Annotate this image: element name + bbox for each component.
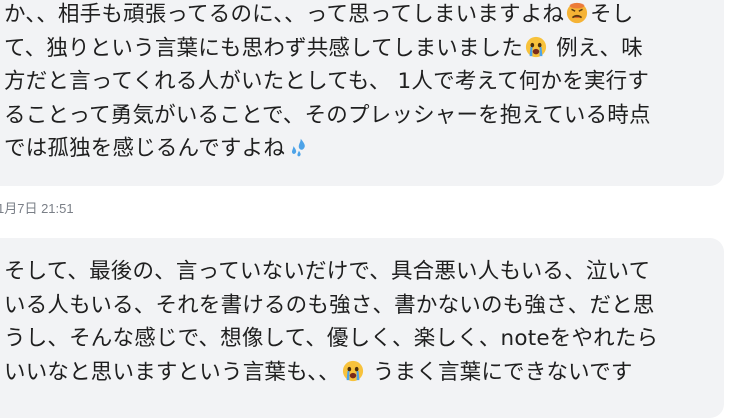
line-text: て、独りという言葉にも思わず共感してしまいました — [4, 35, 524, 61]
tired-face-icon — [567, 2, 588, 24]
message-line: ることって勇気がいることで、そのプレッシャーを抱えている時点 — [4, 99, 724, 133]
message-line: 方だと言ってくれる人がいたとしても、 1人で考えて何かを実行す — [4, 65, 724, 99]
line-text: うまく言葉にできないです — [365, 359, 633, 385]
crying-face-icon — [526, 36, 547, 57]
message-line: いいなと思いますという言葉も、、 うまく言葉にできないです — [4, 356, 724, 390]
line-text: では孤独を感じるんですよね — [4, 136, 286, 161]
message-line: て、独りという言葉にも思わず共感してしまいました 例え、味 — [4, 32, 724, 66]
crying-face-icon — [342, 360, 363, 381]
message-line: うし、そんな感じで、想像して、優しく、楽しく、noteをやれたら — [4, 322, 724, 356]
line-text: うし、そんな感じで、想像して、優しく、楽しく、noteをやれたら — [4, 326, 659, 351]
message-timestamp: 1月7日 21:51 — [0, 201, 74, 216]
line-text: いいなと思いますという言葉も、、 — [4, 359, 340, 385]
message-line: そして、最後の、言っていないだけで、具合悪い人もいる、泣いて — [4, 255, 724, 289]
message-text: か、、相手も頑張ってるのに、、って思ってしまいますよね そし て、独りという言葉に… — [4, 0, 724, 166]
line-text: 例え、味 — [549, 35, 643, 61]
sweat-droplets-icon — [292, 138, 305, 157]
line-text: いる人もいる、それを書けるのも強さ、書かないのも強さ、だと思 — [4, 292, 655, 318]
line-text: ることって勇気がいることで、そのプレッシャーを抱えている時点 — [4, 102, 651, 128]
line-text: そし — [590, 2, 634, 27]
line-text: か、、相手も頑張ってるのに、、って思ってしまいますよね — [4, 2, 565, 27]
line-text: 方だと言ってくれる人がいたとしても、 1人で考えて何かを実行す — [4, 69, 650, 94]
line-text: そして、最後の、言っていないだけで、具合悪い人もいる、泣いて — [4, 259, 651, 284]
message-line: いる人もいる、それを書けるのも強さ、書かないのも強さ、だと思 — [4, 289, 724, 323]
message-line: か、、相手も頑張ってるのに、、って思ってしまいますよね そし — [4, 0, 724, 32]
message-text: そして、最後の、言っていないだけで、具合悪い人もいる、泣いて いる人もいる、それ… — [4, 255, 724, 389]
message-line: では孤独を感じるんですよね — [4, 132, 724, 166]
